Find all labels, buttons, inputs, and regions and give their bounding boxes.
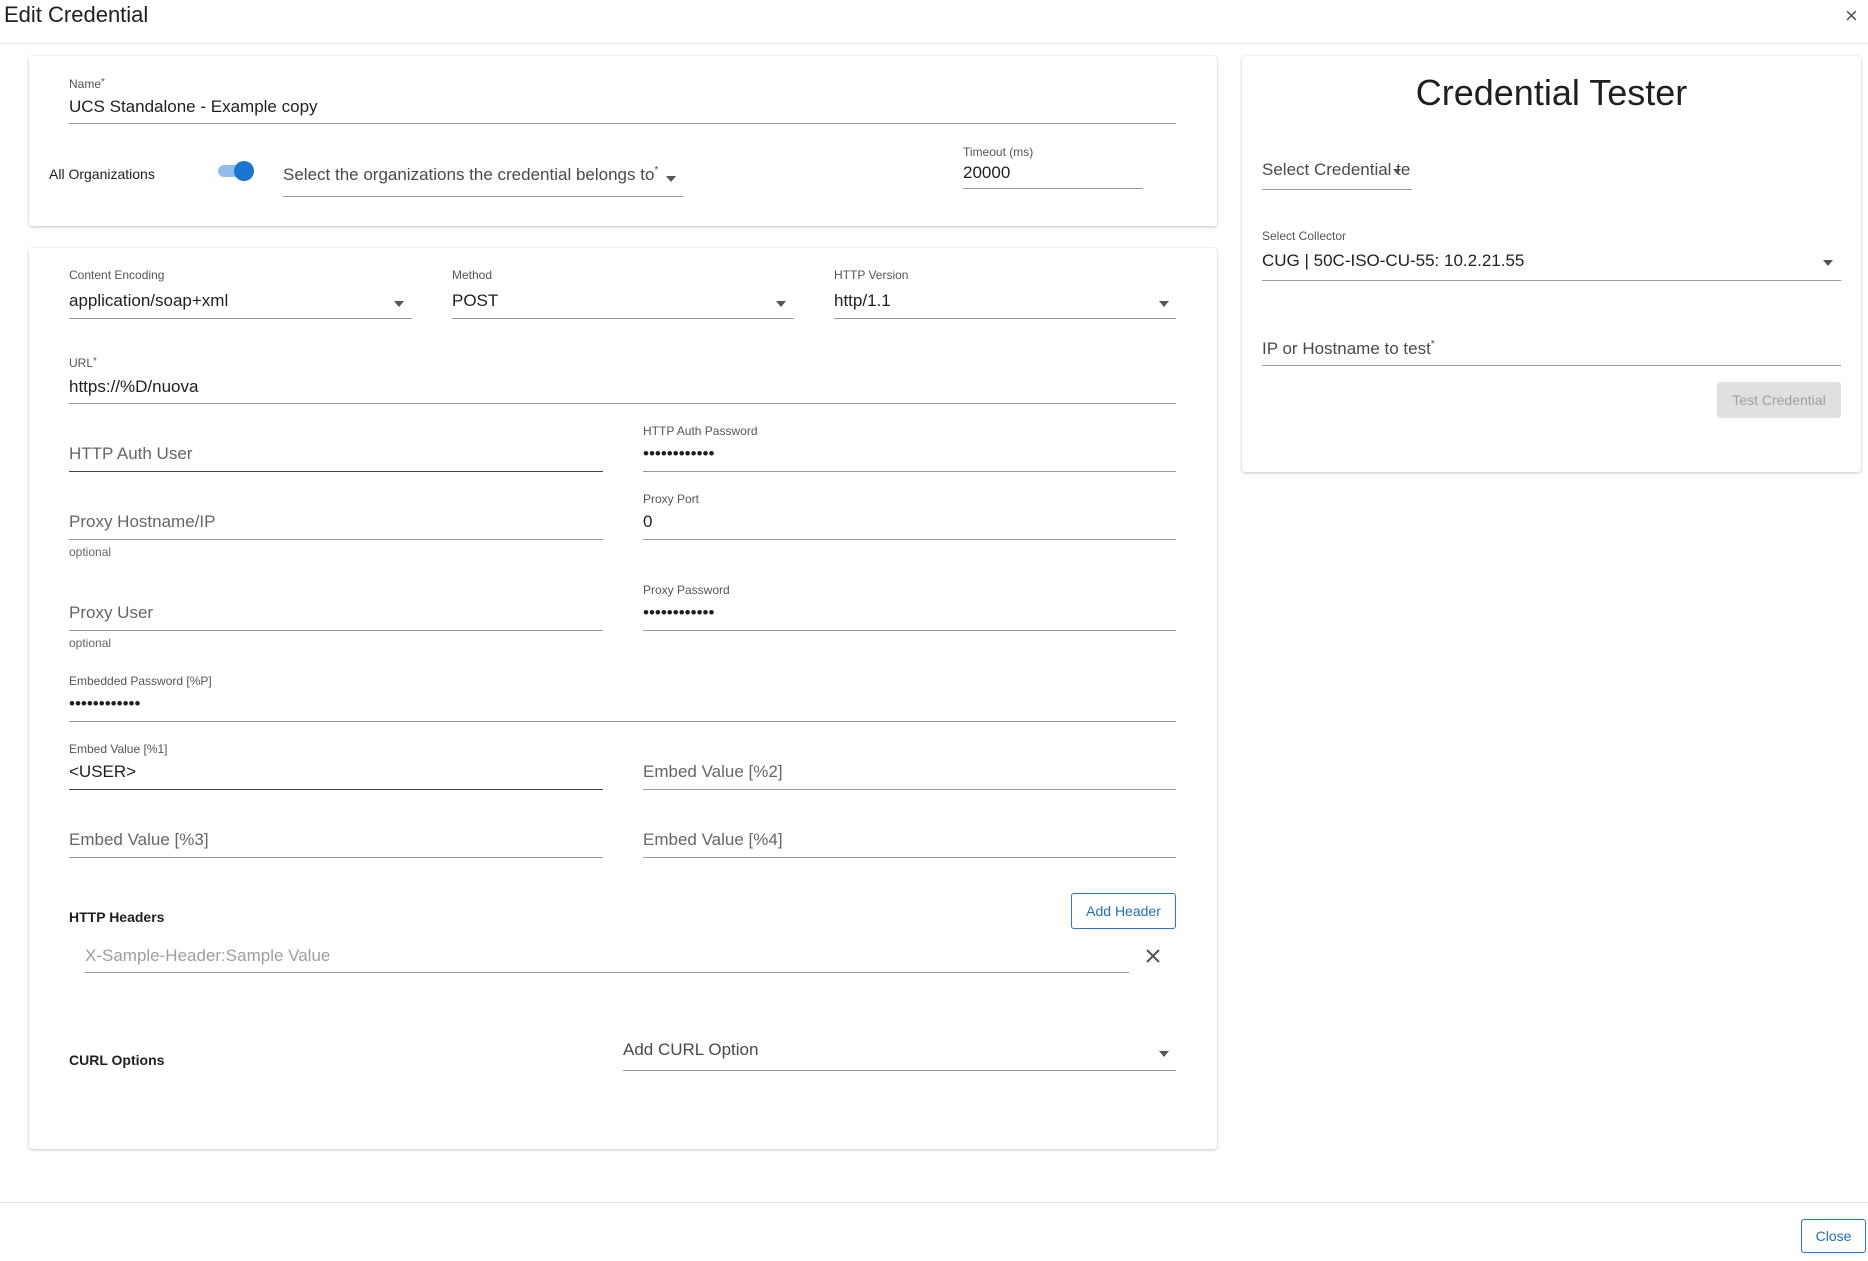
ip-hostname-underline: [1262, 365, 1841, 366]
name-underline: [69, 123, 1176, 124]
proxy-user-hint: optional: [69, 636, 112, 650]
proxy-password-input[interactable]: ••••••••••••: [643, 603, 714, 623]
http-version-select[interactable]: http/1.1: [834, 291, 891, 311]
remove-header-icon[interactable]: [1144, 947, 1162, 965]
proxy-user-underline: [69, 630, 603, 631]
proxy-port-underline: [643, 539, 1176, 540]
timeout-label: Timeout (ms): [963, 145, 1034, 159]
embedded-password-label: Embedded Password [%P]: [69, 674, 212, 688]
toggle-thumb: [234, 161, 254, 181]
close-button[interactable]: Close: [1801, 1219, 1866, 1253]
select-credential-select[interactable]: Select Credential te...: [1262, 160, 1412, 180]
basic-settings-card: [29, 56, 1217, 226]
url-underline: [69, 403, 1176, 404]
proxy-port-input[interactable]: 0: [643, 512, 652, 532]
http-auth-password-input[interactable]: ••••••••••••: [643, 444, 714, 464]
embed-value-1-label: Embed Value [%1]: [69, 742, 168, 756]
embed-value-3-underline: [69, 857, 603, 858]
http-version-underline: [834, 318, 1176, 319]
embed-value-2-input[interactable]: Embed Value [%2]: [643, 762, 783, 782]
proxy-hostname-underline: [69, 539, 603, 540]
url-input[interactable]: https://%D/nuova: [69, 377, 198, 397]
content-encoding-dropdown-icon[interactable]: [394, 301, 404, 307]
http-version-label: HTTP Version: [834, 268, 909, 282]
embedded-password-underline: [69, 721, 1176, 722]
embed-value-4-input[interactable]: Embed Value [%4]: [643, 830, 783, 850]
proxy-user-input[interactable]: Proxy User: [69, 603, 153, 623]
http-header-underline: [85, 972, 1129, 973]
select-collector-label: Select Collector: [1262, 229, 1347, 243]
embed-value-1-underline: [69, 789, 603, 790]
add-header-button[interactable]: Add Header: [1071, 893, 1176, 929]
credential-tester-title: Credential Tester: [1415, 72, 1688, 113]
content-encoding-label: Content Encoding: [69, 268, 165, 282]
method-select[interactable]: POST: [452, 291, 498, 311]
select-collector-dropdown-icon[interactable]: [1823, 260, 1833, 266]
http-auth-user-input[interactable]: HTTP Auth User: [69, 444, 192, 464]
select-collector-select[interactable]: CUG | 50C-ISO-CU-55: 10.2.21.55: [1262, 251, 1524, 271]
http-version-dropdown-icon[interactable]: [1159, 301, 1169, 307]
method-label: Method: [452, 268, 493, 282]
organizations-underline: [283, 196, 683, 197]
select-credential-underline: [1262, 189, 1412, 190]
curl-option-underline: [623, 1070, 1176, 1071]
timeout-input[interactable]: 20000: [963, 163, 1010, 183]
curl-option-dropdown-icon[interactable]: [1159, 1051, 1169, 1057]
organizations-select[interactable]: Select the organizations the credential …: [283, 165, 683, 185]
proxy-password-label: Proxy Password: [643, 583, 730, 597]
curl-option-select[interactable]: Add CURL Option: [623, 1040, 758, 1060]
request-settings-card: [29, 248, 1217, 1149]
ip-hostname-input[interactable]: IP or Hostname to test*: [1262, 339, 1435, 359]
name-input[interactable]: UCS Standalone - Example copy: [69, 97, 1176, 117]
test-credential-button[interactable]: Test Credential: [1717, 382, 1841, 418]
proxy-hostname-input[interactable]: Proxy Hostname/IP: [69, 512, 215, 532]
http-headers-title: HTTP Headers: [69, 909, 165, 925]
proxy-port-label: Proxy Port: [643, 492, 700, 506]
embed-value-2-underline: [643, 789, 1176, 790]
http-auth-password-underline: [643, 471, 1176, 472]
header-divider: [0, 43, 1868, 44]
content-encoding-underline: [69, 318, 412, 319]
embed-value-1-input[interactable]: <USER>: [69, 762, 136, 782]
all-organizations-toggle[interactable]: [216, 160, 256, 182]
embed-value-4-underline: [643, 857, 1176, 858]
embed-value-3-input[interactable]: Embed Value [%3]: [69, 830, 209, 850]
timeout-underline: [963, 188, 1143, 189]
http-auth-password-label: HTTP Auth Password: [643, 424, 758, 438]
organizations-dropdown-icon[interactable]: [666, 176, 676, 182]
proxy-password-underline: [643, 630, 1176, 631]
method-underline: [452, 318, 794, 319]
content-encoding-select[interactable]: application/soap+xml: [69, 291, 228, 311]
curl-options-title: CURL Options: [69, 1052, 165, 1068]
select-credential-dropdown-icon[interactable]: [1393, 169, 1401, 174]
all-organizations-label: All Organizations: [49, 166, 155, 182]
close-icon[interactable]: ×: [1845, 2, 1858, 30]
name-label: Name*: [69, 77, 105, 91]
select-collector-underline: [1262, 280, 1841, 281]
http-auth-user-underline: [69, 471, 603, 472]
proxy-hostname-hint: optional: [69, 545, 112, 559]
footer-divider: [0, 1202, 1868, 1203]
embedded-password-input[interactable]: ••••••••••••: [69, 694, 140, 714]
url-label: URL*: [69, 356, 97, 370]
method-dropdown-icon[interactable]: [776, 301, 786, 307]
http-header-input[interactable]: X-Sample-Header:Sample Value: [85, 946, 330, 966]
dialog-title: Edit Credential: [4, 2, 149, 27]
